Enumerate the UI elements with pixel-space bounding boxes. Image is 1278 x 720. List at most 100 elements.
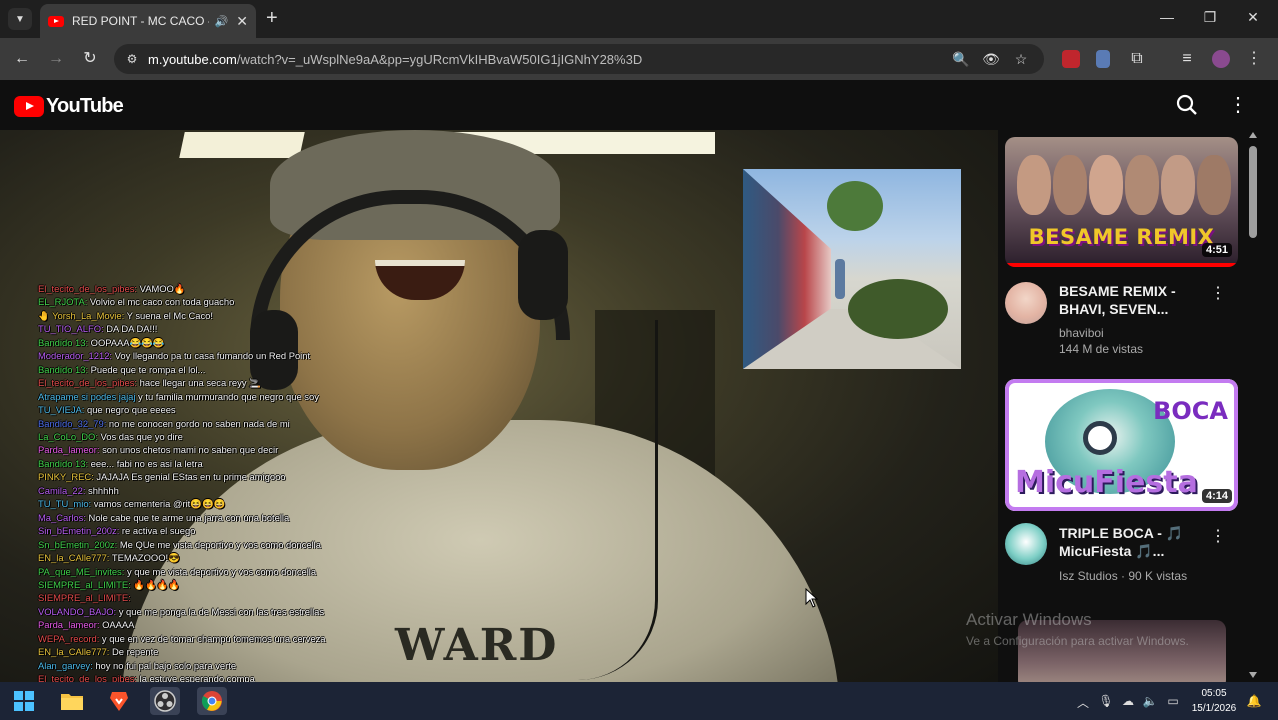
file-explorer-icon[interactable]	[57, 687, 87, 715]
speaker-icon[interactable]: 🔊	[215, 15, 229, 28]
video-menu-icon[interactable]: ⋮	[1210, 285, 1226, 303]
extensions-puzzle-icon[interactable]: ⧉	[1127, 49, 1147, 69]
scrollbar-thumb[interactable]	[1249, 146, 1257, 238]
tab-active[interactable]: RED POINT - MC CACO - VI 🔊 ✕	[40, 4, 256, 38]
chat-username: Bandido 13:	[38, 457, 89, 469]
chat-username: EL_RJOTA:	[38, 296, 88, 308]
video-menu-icon[interactable]: ⋮	[1210, 528, 1226, 546]
clock-date: 15/1/2026	[1191, 703, 1237, 714]
extension-doc-icon[interactable]	[1096, 50, 1110, 68]
chat-text: Vos das que yo dire	[97, 430, 183, 442]
brave-browser-icon[interactable]	[104, 687, 134, 715]
chat-username: El_tecito_de_los_pibes:	[38, 283, 138, 294]
obs-studio-icon[interactable]	[150, 687, 180, 715]
browser-toolbar: ← → ↻ ⚙ m.youtube.com/watch?v=_uWsplNe9a…	[0, 38, 1278, 80]
network-icon[interactable]: ▭	[1165, 694, 1181, 708]
chat-message: PINKY_REC: JAJAJA Es genial EStas en tu …	[38, 470, 388, 483]
eye-off-icon[interactable]: 👁	[982, 51, 1000, 68]
duration-badge: 4:14	[1201, 489, 1232, 503]
minimize-button[interactable]: —	[1157, 9, 1177, 25]
chat-text: y que me vista deportivo y vos como donc…	[124, 565, 317, 577]
chat-message: Camila_22: shhhhh	[38, 484, 388, 497]
windows-start-icon[interactable]	[9, 687, 39, 715]
chat-message: SIEMPRE_al_LIMITE: 🔥🔥🔥🔥	[38, 578, 388, 591]
duration-badge: 4:51	[1201, 243, 1232, 257]
chat-text: Y suena el Mc Caco!	[124, 309, 213, 321]
volume-icon[interactable]: 🔈	[1142, 694, 1158, 708]
page-scrollbar[interactable]	[1246, 130, 1260, 682]
clock-time: 05:05	[1201, 688, 1227, 699]
video-title[interactable]: BESAME REMIX - BHAVI, SEVEN...	[1059, 282, 1209, 318]
profile-avatar[interactable]	[1212, 50, 1230, 68]
youtube-logo-icon[interactable]	[14, 96, 44, 117]
youtube-logo-text[interactable]: YouTube	[46, 95, 124, 118]
video-title[interactable]: TRIPLE BOCA - 🎵 MicuFiesta 🎵...	[1059, 524, 1209, 560]
video-thumbnail[interactable]: BOCA MicuFiesta 4:14	[1005, 379, 1238, 511]
chat-text: Voy llegando pa tu casa fumando un Red P…	[112, 350, 311, 362]
activation-watermark-subtitle: Ve a Configuración para activar Windows.	[966, 634, 1189, 648]
watch-progress-bar	[1005, 263, 1238, 267]
thumbnail-face	[1161, 155, 1195, 215]
tray-chevron-up-icon[interactable]: ︿	[1075, 694, 1091, 711]
chat-message: Sin_bEmetin_200z: re activa el suego	[38, 524, 388, 537]
view-count: 144 M de vistas	[1059, 342, 1144, 356]
youtube-favicon-icon	[48, 15, 64, 27]
system-clock[interactable]: 05:05 15/1/2026	[1188, 686, 1240, 716]
video-player[interactable]: WARD El_tecito_de_los_pibes: VAMOO🔥 EL_RJ…	[0, 130, 998, 682]
gameplay-tree	[827, 181, 883, 231]
chat-message: El_tecito_de_los_pibes: la estuve espera…	[38, 672, 388, 682]
channel-name[interactable]: bhaviboi	[1059, 325, 1209, 341]
chat-message: Bandido 13: Puede que te rompa el lol...	[38, 363, 388, 376]
video-thumbnail[interactable]: BESAME REMIX 4:51	[1005, 137, 1238, 267]
bookmark-star-icon[interactable]: ☆	[1012, 51, 1030, 68]
chat-text: y que me ponga la de Messi con las tres …	[116, 605, 325, 617]
chat-message: 🤚 Yorsh_La_Movie: Y suena el Mc Caco!	[38, 309, 388, 322]
chat-message: TU_VIEJA: que negro que eeees	[38, 403, 388, 416]
activation-watermark-title: Activar Windows	[966, 610, 1092, 629]
extension-adblock-icon[interactable]	[1062, 50, 1080, 68]
close-window-button[interactable]: ✕	[1243, 9, 1263, 26]
channel-name[interactable]: Isz Studios	[1059, 569, 1118, 583]
scroll-down-arrow-icon[interactable]	[1249, 672, 1257, 678]
media-control-icon[interactable]: ≡	[1177, 49, 1197, 69]
notifications-bell-icon[interactable]: 🔔	[1246, 694, 1262, 708]
thumbnail-face	[1125, 155, 1159, 215]
zoom-icon[interactable]: 🔍	[952, 51, 970, 68]
chat-text: que negro que eeees	[84, 404, 176, 416]
chat-text: TEMAZOOO!😎	[109, 552, 180, 564]
tab-search-button[interactable]: ▼	[8, 8, 32, 30]
ceiling-light	[179, 132, 305, 158]
chat-text: OAAAA	[99, 619, 135, 631]
chat-message: SIEMPRE_al_LIMITE:	[38, 591, 388, 604]
forward-button[interactable]: →	[46, 49, 66, 69]
restore-button[interactable]: ❐	[1200, 9, 1220, 26]
chat-text: Puede que te rompa el lol...	[88, 363, 206, 375]
search-icon[interactable]	[1176, 94, 1198, 116]
channel-avatar[interactable]	[1005, 282, 1047, 324]
more-options-icon[interactable]: ⋮	[1228, 94, 1248, 116]
browser-menu-icon[interactable]: ⋮	[1244, 49, 1264, 69]
chat-username: VOLANDO_BAJO:	[38, 605, 117, 617]
scroll-up-arrow-icon[interactable]	[1249, 132, 1257, 138]
onedrive-cloud-icon[interactable]: ☁	[1120, 694, 1136, 708]
chat-username: Bandido 13:	[38, 336, 89, 348]
reload-button[interactable]: ↻	[80, 49, 100, 69]
channel-avatar[interactable]	[1005, 523, 1047, 565]
url-text[interactable]: m.youtube.com/watch?v=_uWsplNe9aA&pp=ygU…	[148, 52, 642, 67]
chat-message: Bandido_32_79: no me conocen gordo no sa…	[38, 417, 388, 430]
site-info-icon[interactable]: ⚙	[124, 51, 140, 67]
chat-message: WEPA_record: y que en vez de tomar champ…	[38, 632, 388, 645]
chat-username: Ma_Carlos:	[38, 511, 86, 523]
chrome-browser-icon[interactable]	[197, 687, 227, 715]
tab-close-icon[interactable]: ✕	[236, 13, 248, 30]
address-bar[interactable]: ⚙ m.youtube.com/watch?v=_uWsplNe9aA&pp=y…	[114, 44, 1044, 74]
thumbnail-group-photo	[1005, 145, 1238, 229]
chat-text: De repente	[109, 646, 159, 658]
new-tab-button[interactable]: +	[266, 8, 278, 28]
chat-username: TU_VIEJA:	[38, 404, 85, 416]
chat-message: El_tecito_de_los_pibes: hace llegar una …	[38, 376, 388, 389]
microphone-icon[interactable]: 🎙	[1098, 694, 1114, 708]
back-button[interactable]: ←	[12, 49, 32, 69]
chat-text: JAJAJA Es genial EStas en tu prime amigo…	[93, 471, 286, 483]
chat-text: hoy no fui pal bajo solo para verte	[92, 659, 237, 671]
